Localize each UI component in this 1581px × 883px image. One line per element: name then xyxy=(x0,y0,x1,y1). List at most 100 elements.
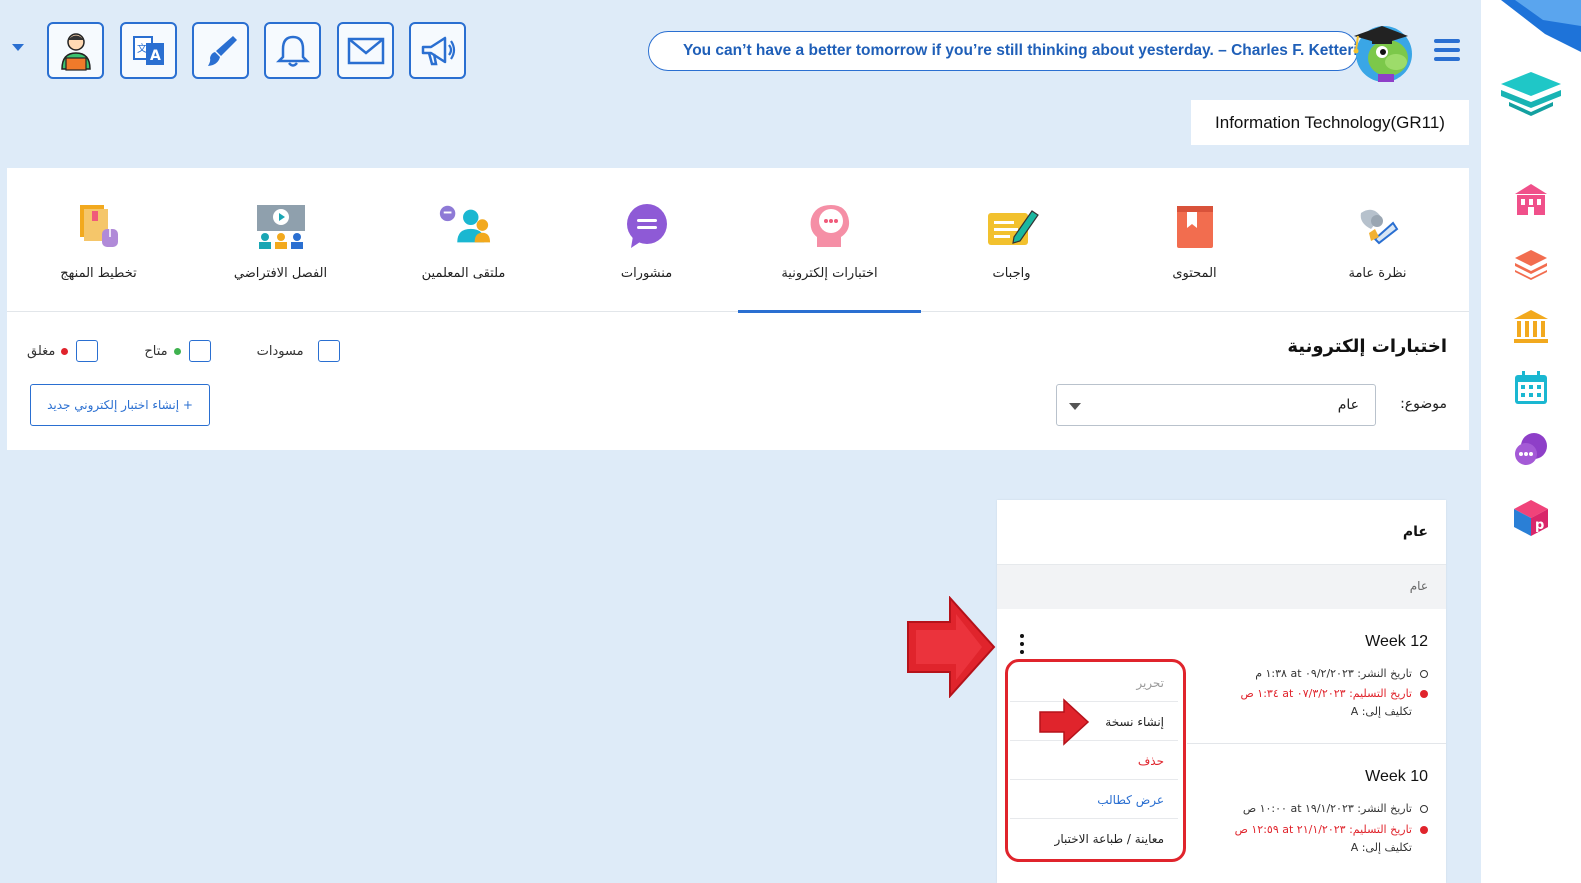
tab-equizzes[interactable]: اختبارات إلكترونية xyxy=(738,168,921,313)
teacher-icon xyxy=(60,32,91,71)
card-title: عام xyxy=(1402,524,1428,540)
filter-available: متاح xyxy=(144,340,211,362)
annotation-arrow-small-icon xyxy=(1039,698,1090,746)
tab-label: اختبارات إلكترونية xyxy=(781,266,878,281)
publish-date-text: تاريخ النشر: ٠٩/٢/٢٠٢٣ at ١:٣٨ م xyxy=(1255,667,1412,680)
filter-available-label: متاح xyxy=(144,343,168,359)
app-flag-icon xyxy=(1501,0,1581,52)
create-equiz-button[interactable]: + إنشاء اختبار إلكتروني جديد xyxy=(30,384,210,426)
app-cube-icon[interactable]: p xyxy=(1511,498,1551,538)
due-date: تاريخ التسليم: ٢١/١/٢٠٢٣ at ١٢:٥٩ ص xyxy=(1235,823,1428,836)
content-book-icon xyxy=(1167,198,1223,254)
tab-virtual-class[interactable]: الفصل الافتراضي xyxy=(189,168,372,312)
highlight-outline xyxy=(1005,659,1186,862)
topic-label: موضوع: xyxy=(1400,396,1447,412)
publish-date: تاريخ النشر: ١٩/١/٢٠٢٣ at ١٠:٠٠ ص xyxy=(1243,802,1428,815)
mascot-avatar[interactable] xyxy=(1344,14,1420,86)
tab-overview[interactable]: نظرة عامة xyxy=(1286,168,1469,312)
menu-hamburger-icon[interactable] xyxy=(1434,39,1460,61)
filter-available-checkbox[interactable] xyxy=(188,340,211,362)
equiz-icon xyxy=(802,198,858,254)
layers-icon[interactable] xyxy=(1511,244,1551,284)
profile-dropdown-caret[interactable] xyxy=(12,44,24,51)
quote-text: You can’t have a better tomorrow if you’… xyxy=(683,42,1377,59)
card-subheader: عام xyxy=(997,565,1446,609)
publish-date: تاريخ النشر: ٠٩/٢/٢٠٢٣ at ١:٣٨ م xyxy=(1255,667,1428,680)
tab-label: واجبات xyxy=(992,266,1031,281)
tab-homework[interactable]: واجبات xyxy=(920,168,1103,312)
assigned-to-text: تكليف إلى: A xyxy=(1350,841,1412,854)
filter-closed-label: مغلق xyxy=(27,343,56,359)
publish-date-text: تاريخ النشر: ١٩/١/٢٠٢٣ at ١٠:٠٠ ص xyxy=(1242,802,1412,815)
equiz-panel: نظرة عامة المحتوى واجبات اختبارات إلكترو… xyxy=(7,168,1469,450)
mail-icon xyxy=(347,37,384,64)
svg-text:文: 文 xyxy=(137,42,147,55)
status-filters: مغلق متاح مسودات xyxy=(27,340,386,362)
clock-icon xyxy=(1420,669,1428,678)
posts-icon xyxy=(619,198,675,254)
due-dot-icon xyxy=(1420,825,1428,834)
tab-teachers-forum[interactable]: ملتقى المعلمين xyxy=(372,168,555,312)
tab-label: نظرة عامة xyxy=(1348,266,1407,281)
translate-button[interactable]: A 文 xyxy=(120,22,177,79)
homework-icon xyxy=(984,198,1040,254)
assigned-to: تكليف إلى: A xyxy=(1351,841,1412,854)
paint-button[interactable] xyxy=(192,22,249,79)
due-date-text: تاريخ التسليم: ٢١/١/٢٠٢٣ at ١٢:٥٩ ص xyxy=(1234,823,1412,836)
annotation-arrow-icon xyxy=(907,596,996,698)
school-icon[interactable] xyxy=(1511,180,1551,220)
brush-icon xyxy=(207,35,237,66)
quiz-title: Week 12 xyxy=(1365,633,1428,650)
chevron-down-icon xyxy=(1069,403,1081,410)
tab-label: المحتوى xyxy=(1172,266,1217,281)
course-name: Information Technology(GR11) xyxy=(1215,112,1445,132)
course-tabs: نظرة عامة المحتوى واجبات اختبارات إلكترو… xyxy=(7,168,1469,313)
platform-logo-icon[interactable] xyxy=(1499,68,1563,118)
tab-label: منشورات xyxy=(620,266,673,281)
assigned-to: تكليف إلى: A xyxy=(1351,705,1412,718)
filter-closed: مغلق xyxy=(27,340,99,362)
right-sidebar: p xyxy=(1481,0,1581,883)
overview-icon xyxy=(1350,198,1406,254)
card-header: عام xyxy=(997,500,1446,565)
clock-icon xyxy=(1420,804,1428,813)
notifications-button[interactable] xyxy=(264,22,321,79)
tab-label: الفصل الافتراضي xyxy=(233,266,328,281)
curriculum-planning-icon xyxy=(71,198,127,254)
svg-text:A: A xyxy=(150,48,161,64)
tab-content[interactable]: المحتوى xyxy=(1103,168,1286,312)
due-date-text: تاريخ التسليم: ٠٧/٣/٢٠٢٣ at ١:٣٤ ص xyxy=(1240,687,1413,700)
megaphone-icon xyxy=(421,36,455,65)
due-dot-icon xyxy=(1420,689,1428,698)
translate-icon: A 文 xyxy=(132,35,164,65)
page-title: اختبارات إلكترونية xyxy=(1287,336,1447,357)
virtual-class-icon xyxy=(253,198,309,254)
announcements-button[interactable] xyxy=(409,22,466,79)
messages-button[interactable] xyxy=(337,22,394,79)
card-subheader-text: عام xyxy=(1409,579,1428,593)
quiz-title: Week 10 xyxy=(1365,768,1428,785)
quote-banner: You can’t have a better tomorrow if you’… xyxy=(648,31,1377,71)
filter-closed-checkbox[interactable] xyxy=(76,340,99,362)
tab-curriculum-planning[interactable]: تخطيط المنهج xyxy=(7,168,190,312)
tab-label: تخطيط المنهج xyxy=(60,266,137,281)
filter-drafts-label: مسودات xyxy=(256,343,304,359)
filter-drafts: مسودات xyxy=(257,340,340,362)
tab-posts[interactable]: منشورات xyxy=(555,168,738,312)
chat-support-icon[interactable] xyxy=(1511,430,1551,470)
bell-icon xyxy=(275,35,310,67)
closed-dot-icon xyxy=(61,347,69,355)
teachers-forum-icon xyxy=(436,198,492,254)
assigned-to-text: تكليف إلى: A xyxy=(1350,705,1412,718)
due-date: تاريخ التسليم: ٠٧/٣/٢٠٢٣ at ١:٣٤ ص xyxy=(1240,687,1428,700)
topic-selected-value: عام xyxy=(1337,397,1359,413)
available-dot-icon xyxy=(173,347,181,355)
filter-drafts-checkbox[interactable] xyxy=(317,340,340,362)
institution-icon[interactable] xyxy=(1511,306,1551,346)
topic-select[interactable]: عام xyxy=(1056,384,1376,426)
tab-label: ملتقى المعلمين xyxy=(421,266,506,281)
svg-text:p: p xyxy=(1535,518,1544,533)
calendar-icon[interactable] xyxy=(1511,368,1551,408)
course-name-box: Information Technology(GR11) xyxy=(1191,100,1469,145)
teacher-profile-button[interactable] xyxy=(47,22,104,79)
